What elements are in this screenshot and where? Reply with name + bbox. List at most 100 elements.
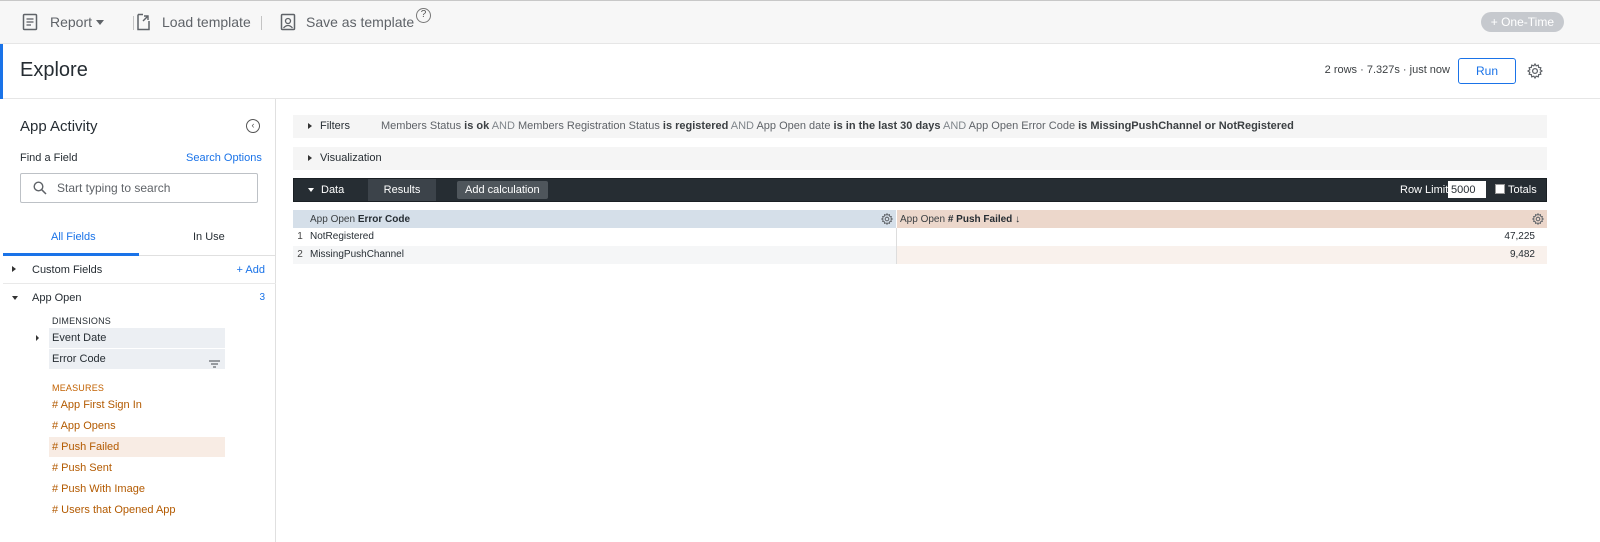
visualization-section[interactable]: Visualization [293, 147, 1547, 170]
search-input[interactable] [57, 180, 247, 196]
load-template-icon [135, 13, 151, 31]
tab-data[interactable]: Data [321, 184, 344, 196]
group-custom-fields[interactable]: Custom Fields + Add [3, 257, 276, 284]
run-metadata: 2 rows · 7.327s · just now [1324, 64, 1450, 76]
collapse-arrow-icon[interactable] [308, 188, 314, 192]
filter-op: is ok [464, 120, 490, 132]
filter-joiner: AND [730, 120, 754, 132]
field-app-opens[interactable]: # App Opens [49, 416, 225, 436]
caret-down-icon [96, 19, 105, 25]
column-view: App Open [900, 214, 946, 225]
explore-main-panel: Filters Members Status is ok AND Members… [293, 99, 1547, 542]
measures-heading: MEASURES [52, 383, 105, 393]
load-template-label: Load template [162, 14, 251, 30]
filter-summary: Members Status is ok AND Members Registr… [381, 120, 1294, 132]
table-row: 1 NotRegistered 47,225 [293, 228, 1547, 246]
group-app-open[interactable]: App Open 3 [3, 285, 276, 312]
column-label: App Open Error Code [310, 214, 410, 225]
in-use-count-badge: 3 [259, 292, 265, 303]
table-row: 2 MissingPushChannel 9,482 [293, 246, 1547, 264]
filter-field: Members Status [381, 120, 462, 132]
tab-results[interactable]: Results [368, 179, 436, 201]
explore-header: Explore 2 rows · 7.327s · just now Run [0, 44, 1600, 99]
add-calculation-button[interactable]: Add calculation [457, 181, 548, 199]
field-tabs: All Fields In Use [3, 224, 276, 256]
expand-arrow-icon [308, 155, 312, 161]
collapse-sidebar-icon[interactable]: ‹ [246, 119, 260, 133]
filter-field: App Open Error Code [968, 120, 1076, 132]
column-gear-icon[interactable] [880, 212, 894, 226]
group-label: Custom Fields [32, 264, 103, 276]
row-limit-label: Row Limit [1400, 184, 1449, 196]
field-push-with-image[interactable]: # Push With Image [49, 479, 225, 499]
row-limit-input[interactable] [1448, 181, 1486, 198]
save-template-icon [280, 13, 296, 31]
totals-label: Totals [1508, 184, 1537, 196]
expand-arrow-icon [12, 266, 16, 272]
active-tab-indicator [3, 253, 139, 256]
row-index: 1 [297, 231, 303, 242]
totals-checkbox[interactable] [1495, 184, 1505, 194]
row-index: 2 [293, 246, 307, 264]
filter-joiner: AND [942, 120, 967, 132]
table-header: App Open Error Code App Open # Push Fail… [293, 210, 1547, 228]
search-options-link[interactable]: Search Options [186, 152, 262, 164]
tab-in-use[interactable]: In Use [193, 231, 225, 243]
save-as-template-button[interactable]: Save as template [280, 13, 414, 31]
cell-push-failed[interactable]: 47,225 [897, 228, 1547, 246]
column-header-push-failed[interactable]: App Open # Push Failed ↓ [897, 210, 1547, 228]
explore-name: App Activity [20, 118, 98, 135]
field-search-box[interactable] [20, 173, 258, 203]
filter-op: is MissingPushChannel or NotRegistered [1078, 120, 1294, 132]
filter-icon[interactable] [209, 355, 220, 368]
column-header-error-code[interactable]: App Open Error Code [307, 210, 897, 228]
dimensions-heading: DIMENSIONS [52, 316, 112, 326]
field-push-sent[interactable]: # Push Sent [49, 458, 225, 478]
tab-all-fields[interactable]: All Fields [51, 231, 96, 243]
field-label: Error Code [52, 353, 106, 365]
search-icon [33, 181, 47, 195]
field-error-code[interactable]: Error Code [49, 349, 225, 369]
field-push-failed[interactable]: # Push Failed [49, 437, 225, 457]
filter-op: is in the last 30 days [833, 120, 941, 132]
help-icon[interactable]: ? [416, 8, 431, 23]
filters-title: Filters [320, 120, 350, 132]
filter-joiner: AND [491, 120, 515, 132]
row-index-header [293, 210, 307, 228]
add-custom-field-button[interactable]: + Add [237, 264, 265, 276]
filters-section[interactable]: Filters Members Status is ok AND Members… [293, 115, 1547, 138]
top-toolbar: Report Load template Save as template ? … [0, 0, 1600, 44]
field-label: Event Date [52, 332, 107, 344]
cell-error-code[interactable]: MissingPushChannel [307, 246, 897, 264]
field-users-that-opened-app[interactable]: # Users that Opened App [49, 500, 225, 520]
group-label: App Open [32, 292, 82, 304]
gear-icon[interactable] [1526, 62, 1544, 80]
field-event-date[interactable]: Event Date [36, 328, 225, 348]
column-label: App Open # Push Failed ↓ [900, 214, 1020, 225]
load-template-button[interactable]: Load template [135, 13, 251, 31]
report-label: Report [50, 14, 93, 30]
cell-push-failed[interactable]: 9,482 [897, 246, 1547, 264]
column-gear-icon[interactable] [1531, 212, 1545, 226]
visualization-title: Visualization [320, 152, 382, 164]
run-button[interactable]: Run [1458, 58, 1516, 84]
column-view: App Open [310, 214, 356, 225]
toolbar-divider [261, 16, 262, 30]
page-title: Explore [20, 59, 88, 81]
find-field-label: Find a Field [20, 152, 78, 164]
report-icon [22, 13, 38, 31]
header-accent-bar [0, 44, 3, 99]
save-template-label: Save as template [306, 14, 415, 30]
field-app-first-sign-in[interactable]: # App First Sign In [49, 395, 225, 415]
expand-arrow-icon[interactable] [36, 335, 39, 341]
filter-field: Members Registration Status [517, 120, 660, 132]
report-menu[interactable]: Report [22, 13, 105, 31]
cell-error-code[interactable]: NotRegistered [307, 228, 897, 246]
filter-op: is registered [662, 120, 729, 132]
one-time-button[interactable]: + One-Time [1480, 12, 1564, 32]
field-picker-sidebar: App Activity ‹ Find a Field Search Optio… [3, 99, 276, 542]
toolbar-divider [133, 16, 134, 30]
column-field: # Push Failed ↓ [947, 214, 1021, 225]
column-field: Error Code [357, 214, 411, 225]
collapse-arrow-icon [12, 296, 18, 300]
